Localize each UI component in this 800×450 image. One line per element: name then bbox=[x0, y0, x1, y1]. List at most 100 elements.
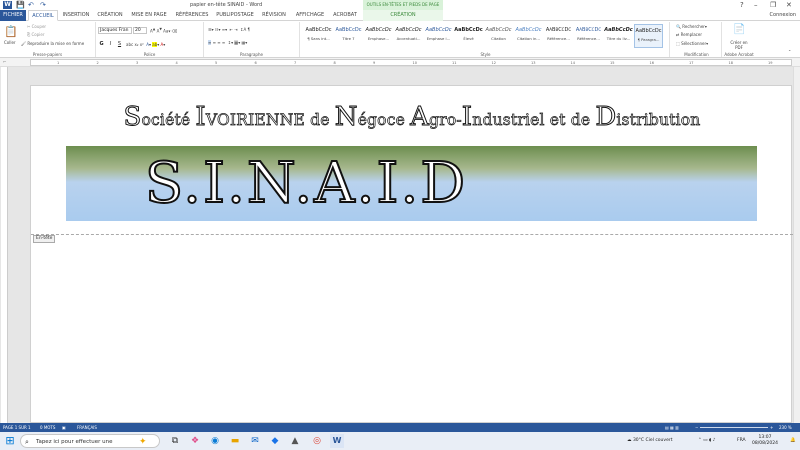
ruler-tick: 8 bbox=[333, 61, 336, 65]
undo-icon[interactable]: ↶ bbox=[28, 1, 34, 9]
style-name: Référence... bbox=[577, 36, 600, 41]
word-count[interactable]: 0 MOTS bbox=[40, 423, 55, 432]
bold-button[interactable]: G bbox=[98, 41, 105, 48]
language-indicator[interactable]: FRANÇAIS bbox=[77, 423, 97, 432]
style-item[interactable]: AaBbCcDc Citation bbox=[484, 24, 513, 48]
tab-selector-icon[interactable]: ⌐ bbox=[3, 59, 6, 64]
help-icon[interactable]: ? bbox=[740, 0, 744, 10]
company-word: gro- bbox=[429, 111, 462, 130]
zoom-out-icon[interactable]: − bbox=[695, 423, 698, 432]
tab-header-creation[interactable]: CRÉATION bbox=[363, 10, 443, 21]
windows-start-icon[interactable]: ⊞ bbox=[3, 434, 17, 448]
outlook-icon[interactable]: ✉ bbox=[248, 434, 262, 448]
find-button[interactable]: 🔍 Rechercher▾ bbox=[676, 24, 707, 29]
company-initial: A bbox=[410, 102, 430, 133]
ruler-tick: 13 bbox=[531, 61, 536, 65]
ruler-tick: 7 bbox=[294, 61, 297, 65]
clock[interactable]: 13:07 08/08/2024 bbox=[752, 435, 778, 447]
redo-icon[interactable]: ↷ bbox=[40, 1, 46, 9]
header-separator bbox=[31, 234, 793, 235]
font-effects-icons[interactable]: abc x₂ x² A▾ ab▾ A▾ bbox=[126, 42, 165, 47]
replace-label: Remplacer bbox=[680, 32, 702, 37]
zoom-level[interactable]: 230 % bbox=[779, 423, 792, 432]
copy-button[interactable]: ⎘ Copier bbox=[27, 32, 44, 37]
replace-button[interactable]: ⇄ Remplacer bbox=[676, 32, 702, 37]
tab-creation[interactable]: CRÉATION bbox=[94, 10, 126, 21]
ruler-tick: 11 bbox=[452, 61, 457, 65]
chrome-icon[interactable]: ◎ bbox=[310, 434, 324, 448]
zoom-slider[interactable] bbox=[700, 427, 768, 428]
save-icon[interactable]: 💾 bbox=[16, 1, 25, 9]
taskbar-search[interactable]: ⌕ Tapez ici pour effectuer une ✦ bbox=[20, 434, 160, 448]
clipboard-group-label: Presse-papiers bbox=[32, 52, 63, 57]
underline-button[interactable]: S bbox=[116, 41, 123, 48]
vertical-scrollbar[interactable] bbox=[793, 67, 800, 423]
style-item[interactable]: AaBbCcDc Accentuati... bbox=[394, 24, 423, 48]
zoom-in-icon[interactable]: + bbox=[770, 423, 773, 432]
style-item[interactable]: AaBbCcDc Titre du liv... bbox=[604, 24, 633, 48]
document-workspace: Société IVOIRIENNE de Négoce Agro-Indust… bbox=[0, 67, 800, 423]
app-icon[interactable]: ▲ bbox=[288, 434, 302, 448]
task-view-icon[interactable]: ⧉ bbox=[168, 434, 182, 448]
tab-accueil[interactable]: ACCUEIL bbox=[28, 10, 58, 21]
style-item[interactable]: AaBbCcDc Citation in... bbox=[514, 24, 543, 48]
word-app-icon[interactable]: W bbox=[3, 1, 12, 9]
tab-insertion[interactable]: INSERTION bbox=[60, 10, 92, 21]
style-item[interactable]: AaBbCcDc Emphase... bbox=[364, 24, 393, 48]
tab-mise-en-page[interactable]: MISE EN PAGE bbox=[128, 10, 170, 21]
alignment-buttons-icon[interactable]: ≡ ≡ ≡ ≡ ↕▾ ▦▾ ▦▾ bbox=[208, 40, 247, 45]
document-page[interactable]: Société IVOIRIENNE de Négoce Agro-Indust… bbox=[30, 85, 793, 423]
style-item[interactable]: AaBbCcDc Emphase i... bbox=[424, 24, 453, 48]
close-button[interactable]: ✕ bbox=[786, 0, 792, 10]
search-icon: ⌕ bbox=[25, 438, 29, 446]
create-pdf-button[interactable]: Créer en PDF bbox=[727, 40, 751, 50]
word-taskbar-icon[interactable]: W bbox=[330, 434, 344, 448]
file-explorer-icon[interactable]: ▬ bbox=[228, 434, 242, 448]
format-painter-button[interactable]: 🖌 Reproduire la mise en forme bbox=[21, 41, 84, 46]
input-language[interactable]: FRA bbox=[737, 432, 746, 450]
select-button[interactable]: ⬚ Sélectionner▾ bbox=[676, 41, 708, 46]
italic-button[interactable]: I bbox=[107, 41, 114, 48]
ruler-tick: 15 bbox=[610, 61, 615, 65]
store-icon[interactable]: ◆ bbox=[268, 434, 282, 448]
tab-fichier[interactable]: FICHIER bbox=[0, 10, 26, 21]
horizontal-ruler[interactable]: 1 2 3 4 5 6 7 8 9 10 11 12 13 14 15 16 17 18 19 bbox=[30, 59, 792, 66]
header-tag[interactable]: En-tête bbox=[33, 235, 56, 243]
weather-widget[interactable]: ☁ 30°C Ciel couvert bbox=[627, 432, 672, 450]
tab-acrobat[interactable]: ACROBAT bbox=[330, 10, 360, 21]
tab-references[interactable]: RÉFÉRENCES bbox=[172, 10, 212, 21]
style-item[interactable]: AaBbCcDc Titre 7 bbox=[334, 24, 363, 48]
minimize-button[interactable]: – bbox=[754, 0, 758, 10]
style-item[interactable]: AaBbCcDc Référence... bbox=[544, 24, 573, 48]
restore-button[interactable]: ❐ bbox=[770, 0, 776, 10]
style-item[interactable]: AaBbCcDc ¶ Paragra... bbox=[634, 24, 663, 48]
font-size-select[interactable]: 20 bbox=[133, 27, 147, 34]
page-count[interactable]: PAGE 1 SUR 1 bbox=[3, 423, 31, 432]
edge-icon[interactable]: ◉ bbox=[208, 434, 222, 448]
cut-button[interactable]: ✂ Couper bbox=[27, 24, 46, 29]
vertical-ruler[interactable] bbox=[1, 67, 8, 423]
grow-font-icon[interactable]: A▲ A▼ Aa▾ ⌫ bbox=[150, 27, 177, 33]
style-item[interactable]: AaBbCcDc Référence... bbox=[574, 24, 603, 48]
tab-affichage[interactable]: AFFICHAGE bbox=[292, 10, 328, 21]
paste-icon[interactable]: 📋 bbox=[4, 25, 18, 38]
copilot-app-icon[interactable]: ❖ bbox=[188, 434, 202, 448]
editing-group-label: Modification bbox=[684, 52, 709, 57]
tab-revision[interactable]: RÉVISION bbox=[258, 10, 290, 21]
font-name-select[interactable]: Jacques Fran bbox=[98, 27, 132, 34]
list-buttons-icon[interactable]: ☰▾ ☷▾ ≡▾ ⇤ ⇥ ↕A ¶ bbox=[208, 27, 250, 32]
collapse-ribbon-icon[interactable]: ⌃ bbox=[788, 49, 791, 54]
tab-publipostage[interactable]: PUBLIPOSTAGE bbox=[214, 10, 256, 21]
paste-button[interactable]: Coller bbox=[4, 40, 16, 45]
pdf-icon[interactable]: 📄 bbox=[733, 24, 745, 35]
paragraph-group-label: Paragraphe bbox=[240, 52, 263, 57]
read-mode-icon[interactable]: ▤ ▦ ▥ bbox=[665, 423, 679, 432]
notification-icon[interactable]: 🔔 bbox=[790, 432, 796, 450]
style-item[interactable]: AaBbCcDc Élevé bbox=[454, 24, 483, 48]
style-item[interactable]: AaBbCcDc ¶ Sans int... bbox=[304, 24, 333, 48]
ruler-tick: 16 bbox=[649, 61, 654, 65]
ruler-tick: 18 bbox=[728, 61, 733, 65]
sign-in-link[interactable]: Connexion bbox=[770, 10, 796, 21]
tray-icons[interactable]: ⌃ ▭ ◖ ♪ bbox=[698, 432, 716, 450]
proofing-icon[interactable]: ▣ bbox=[62, 423, 66, 432]
